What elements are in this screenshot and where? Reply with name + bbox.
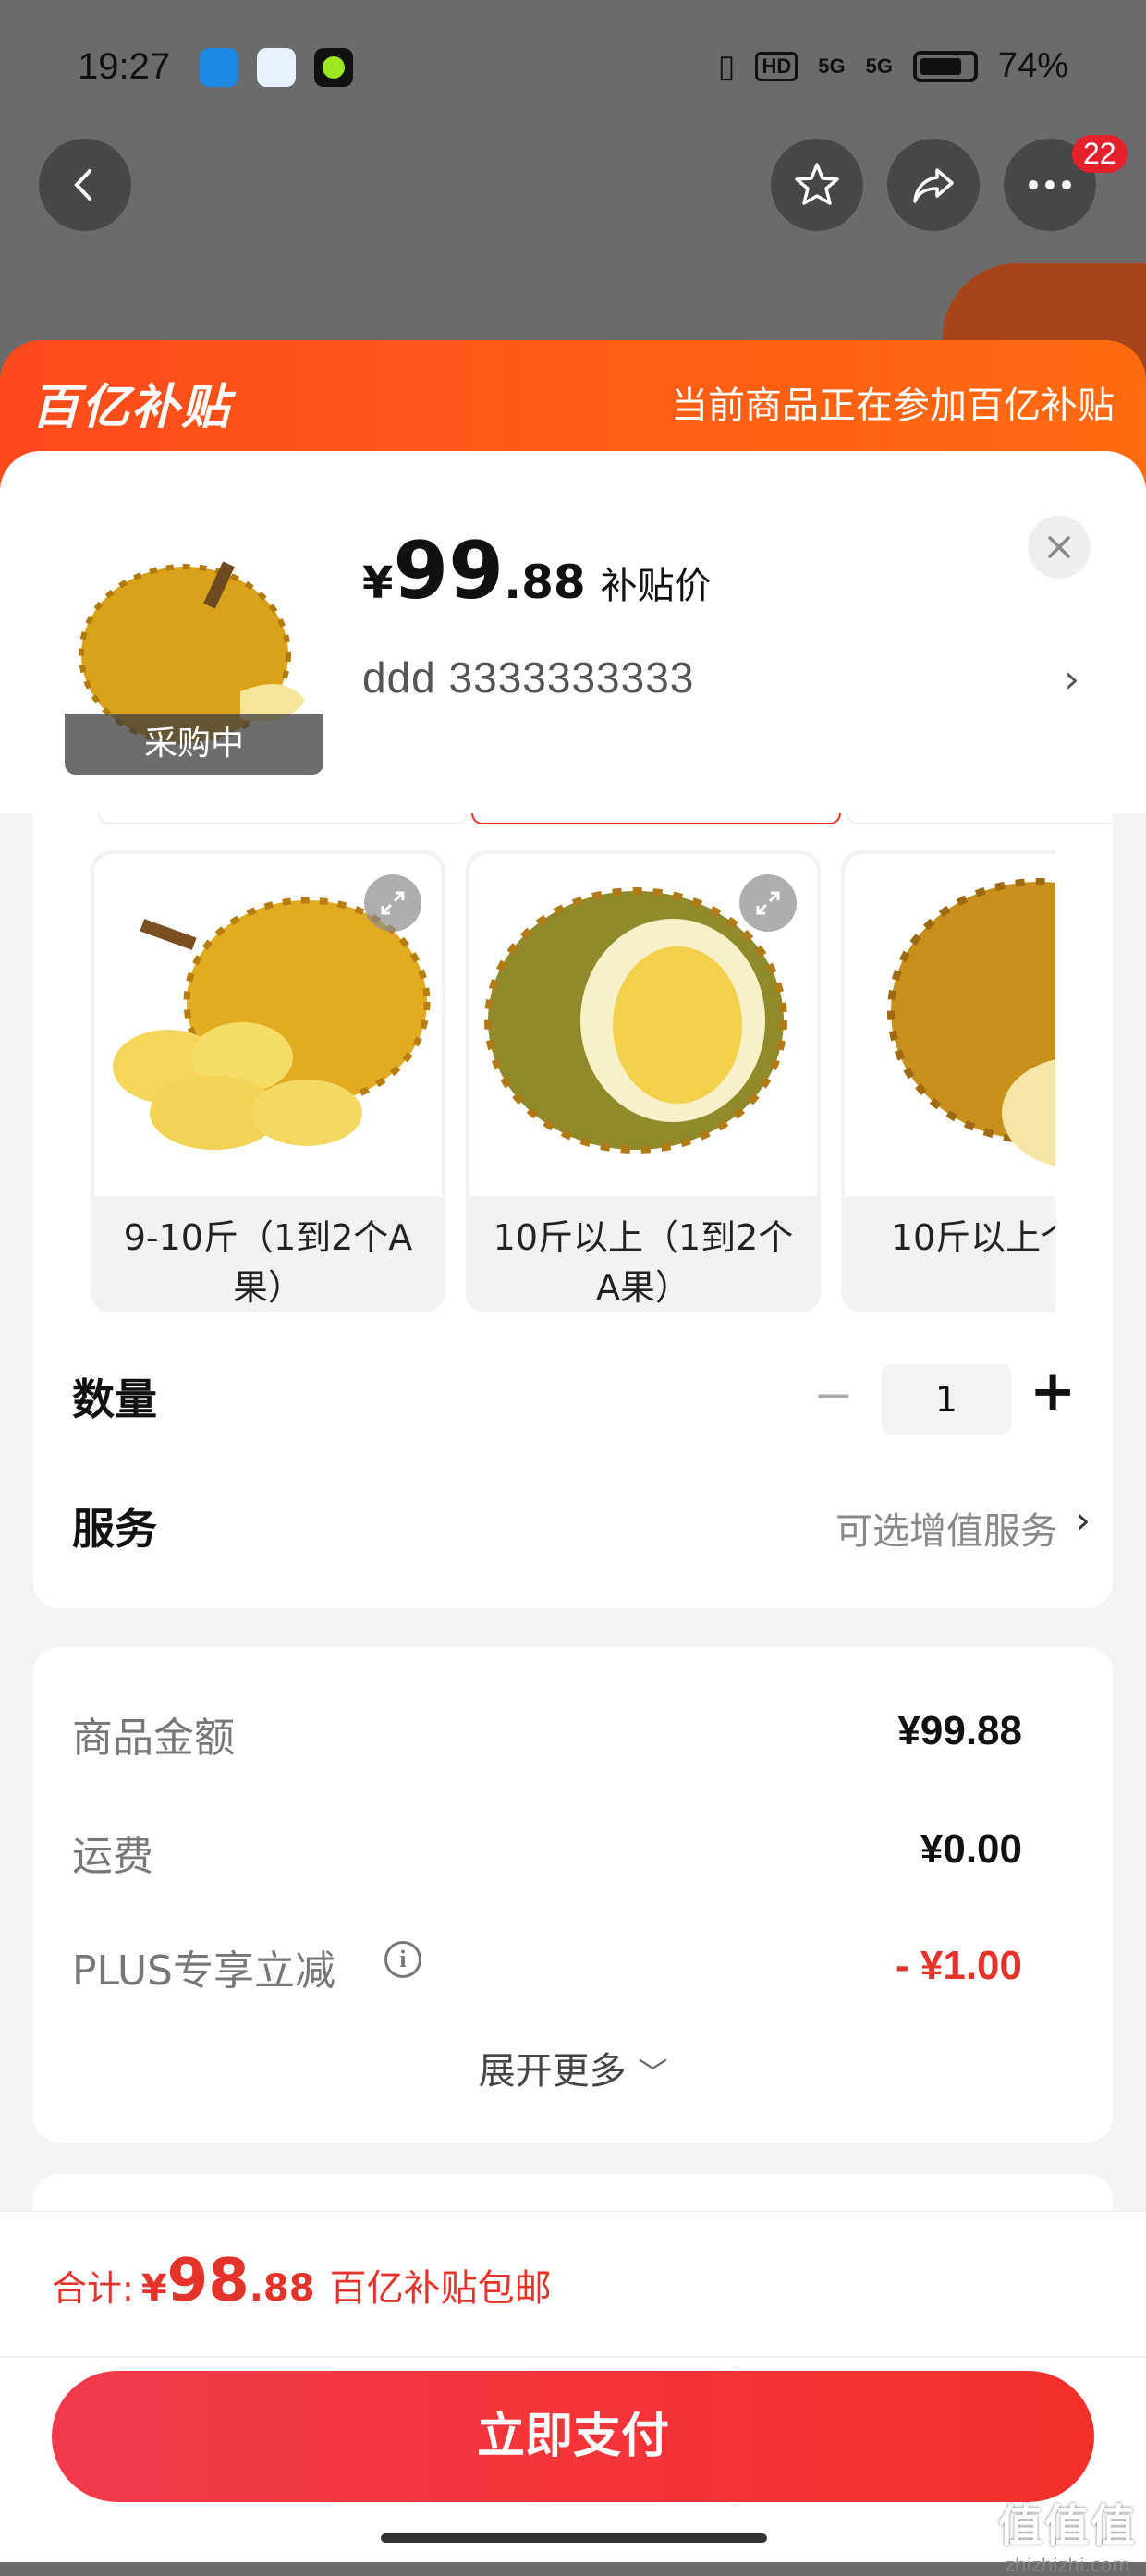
previous-option-row — [98, 813, 468, 824]
battery-icon — [912, 50, 978, 82]
goods-amount-value: ¥99.88 — [897, 1708, 1022, 1753]
app-notification-icon — [257, 48, 296, 87]
close-icon — [1048, 536, 1070, 558]
price-decimal: .88 — [504, 555, 586, 609]
expand-icon — [381, 891, 405, 915]
status-time: 19:27 — [78, 46, 171, 87]
pay-now-button[interactable]: 立即支付 — [52, 2371, 1094, 2502]
selected-variant[interactable]: ddd 3333333333 — [362, 653, 694, 702]
option-label: 10斤以上（1到2个A果） — [493, 1217, 794, 1308]
price-summary-card: 商品金额 ¥99.88 运费 ¥0.00 PLUS专享立减 - ¥1.00 展开… — [33, 1647, 1113, 2143]
signal-icon: 5G — [818, 54, 846, 78]
status-bar: 19:27 ▯ HD 5G 5G 74% — [0, 0, 1146, 139]
watermark-site: zhizhizhi.com — [1005, 2554, 1130, 2576]
decrease-quantity-button[interactable]: − — [813, 1368, 854, 1423]
total-price: 合计: ¥ 98 .88 百亿补贴包邮 — [52, 2247, 552, 2315]
app-notification-icon — [200, 48, 238, 87]
watermark-logo: 值值值 — [997, 2500, 1137, 2552]
subsidy-banner-text: 当前商品正在参加百亿补贴 — [671, 385, 1115, 427]
price-tag: 补贴价 — [600, 565, 712, 607]
expand-icon — [756, 891, 780, 915]
share-button[interactable] — [887, 139, 980, 231]
option-label: 9-10斤（1到2个A果） — [123, 1217, 413, 1308]
favorite-button[interactable] — [771, 139, 863, 231]
expand-image-button[interactable] — [739, 874, 797, 932]
total-note: 百亿补贴包邮 — [329, 2267, 552, 2310]
hd-icon: HD — [755, 51, 799, 81]
expand-more-label: 展开更多 — [478, 2050, 627, 2093]
previous-option-row-selected — [471, 813, 841, 824]
option-image — [469, 854, 817, 1196]
service-value[interactable]: 可选增值服务 — [835, 1501, 1057, 1555]
product-thumbnail[interactable]: 采购中 — [65, 516, 323, 775]
watermark: 值值值 zhizhizhi.com — [998, 2489, 1137, 2576]
more-dots-icon — [1029, 180, 1071, 189]
product-header: 采购中 ¥ 99 .88 补贴价 ddd 3333333333 › — [0, 451, 1146, 813]
option-card[interactable]: 10斤以上（1到2个A果） — [466, 850, 821, 1312]
back-button[interactable] — [39, 139, 131, 231]
total-integer: 98 — [166, 2247, 250, 2315]
thumbnail-status-label: 采购中 — [65, 714, 323, 775]
app-notification-icon — [314, 48, 353, 87]
chevron-right-icon[interactable]: › — [1064, 656, 1079, 702]
plus-discount-value: - ¥1.00 — [896, 1943, 1022, 1988]
signal-icon: 5G — [865, 54, 893, 78]
home-indicator[interactable] — [381, 2533, 767, 2543]
status-icons: ▯ HD 5G 5G 74% — [718, 46, 1068, 86]
price-integer: 99 — [393, 525, 505, 617]
quantity-input[interactable]: 1 — [882, 1364, 1011, 1435]
chevron-right-icon[interactable]: › — [1075, 1497, 1091, 1543]
expand-image-button[interactable] — [364, 874, 421, 932]
total-currency: ¥ — [140, 2267, 167, 2310]
option-card[interactable]: 9-10斤（1到2个A果） — [91, 850, 445, 1312]
price-currency: ¥ — [362, 557, 394, 609]
product-price: ¥ 99 .88 补贴价 — [362, 525, 712, 617]
message-badge: 22 — [1072, 135, 1128, 173]
total-label: 合计: — [52, 2268, 134, 2309]
service-label: 服务 — [72, 1504, 157, 1554]
chevron-down-icon: ﹀ — [638, 2056, 668, 2091]
shipping-label: 运费 — [72, 1833, 153, 1880]
vibrate-icon: ▯ — [717, 48, 736, 84]
increase-quantity-button[interactable]: + — [1030, 1359, 1076, 1423]
total-decimal: .88 — [249, 2267, 315, 2310]
option-image — [94, 854, 442, 1196]
previous-option-row — [847, 813, 1113, 824]
close-button[interactable] — [1028, 516, 1091, 579]
subsidy-logo: 百亿补贴 — [31, 380, 232, 435]
share-icon — [913, 168, 954, 203]
battery-level: 74% — [997, 46, 1068, 85]
plus-discount-label: PLUS专享立减 — [72, 1947, 335, 1995]
chevron-left-icon — [74, 169, 91, 201]
checkout-bar: 合计: ¥ 98 .88 百亿补贴包邮 立即支付 值值值 zhizhizhi.c… — [0, 2211, 1146, 2576]
star-icon — [795, 163, 839, 205]
quantity-label: 数量 — [72, 1374, 157, 1424]
options-card: 9-10斤（1到2个A果） 10斤以上（1到2个A果） 10斤以上个 数量 − … — [33, 813, 1113, 1608]
goods-amount-label: 商品金额 — [72, 1715, 235, 1762]
shipping-value: ¥0.00 — [920, 1826, 1022, 1872]
info-icon[interactable]: i — [384, 1941, 421, 1978]
expand-more-button[interactable]: 展开更多 ﹀ — [33, 2041, 1113, 2094]
